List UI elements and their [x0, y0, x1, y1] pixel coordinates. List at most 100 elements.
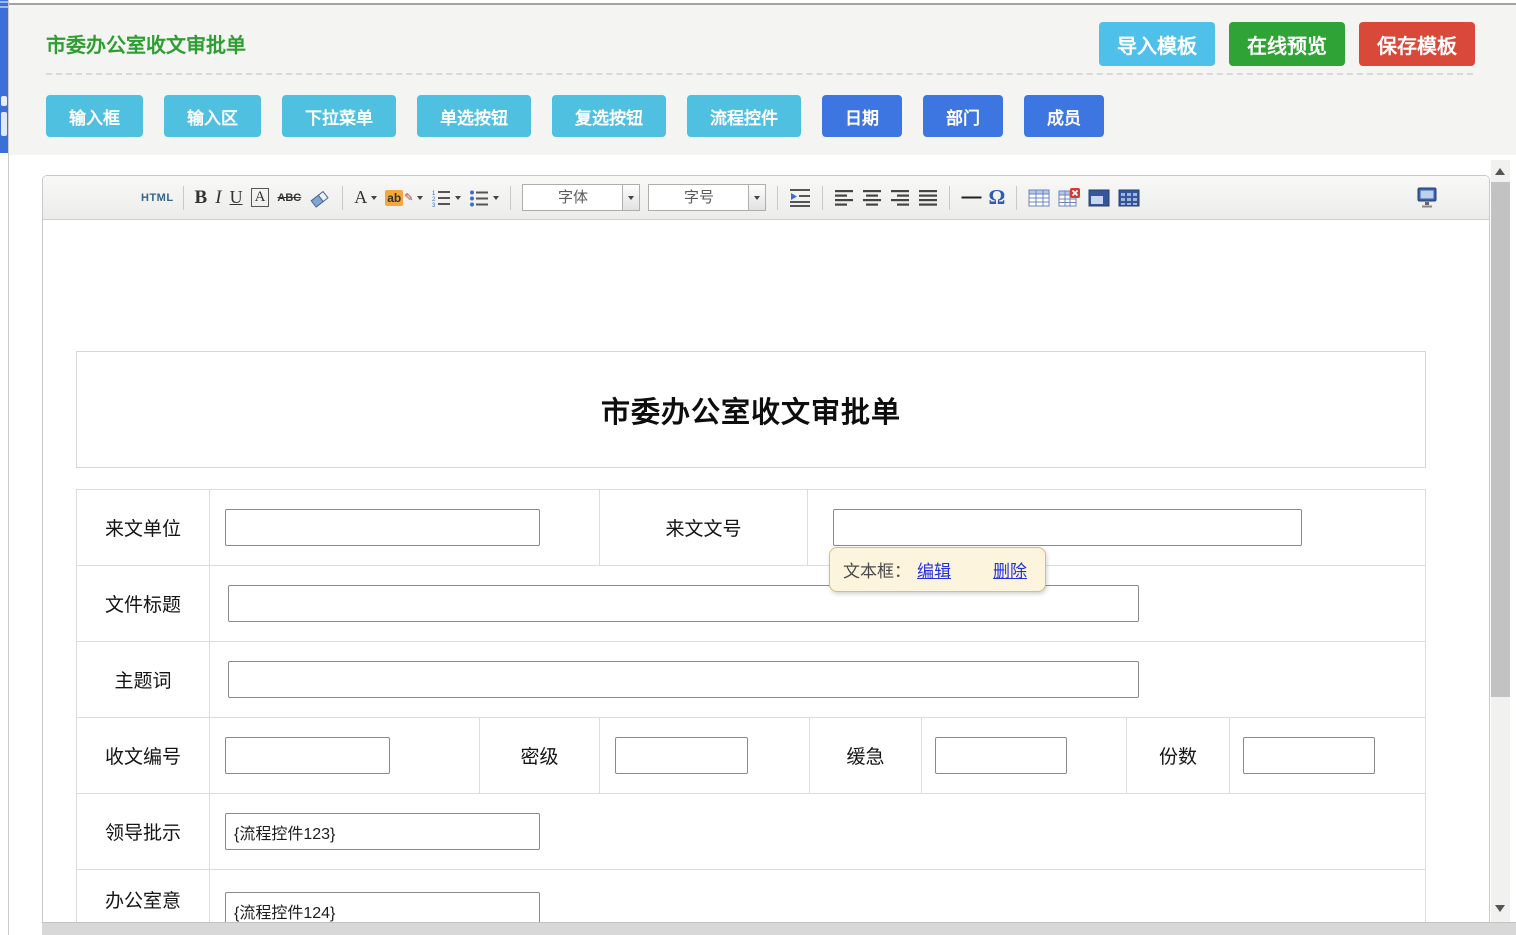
header-action-buttons: 导入模板 在线预览 保存模板: [1099, 22, 1475, 66]
form-table: 来文单位 来文文号 文件标题 主题词: [76, 489, 1426, 935]
highlight-color-button[interactable]: ab✎: [385, 184, 423, 212]
cell-document-title: [209, 566, 1425, 641]
toolbar-separator: [342, 186, 343, 210]
toolbar-separator: [822, 186, 823, 210]
fullscreen-icon[interactable]: [1415, 184, 1439, 212]
font-family-select[interactable]: 字体: [522, 184, 640, 211]
rich-text-editor-panel: HTML B I U A ABC A ab✎ 1 2 3: [42, 175, 1490, 935]
toolbar-separator: [777, 186, 778, 210]
html-source-button[interactable]: HTML: [141, 184, 174, 212]
cell-incoming-unit: [209, 490, 599, 565]
widget-textarea-button[interactable]: 输入区: [164, 95, 261, 137]
align-center-icon[interactable]: [862, 184, 882, 212]
label-receipt-number: 收文编号: [77, 718, 209, 793]
table-row: 主题词: [77, 641, 1425, 717]
subject-words-input[interactable]: [228, 661, 1139, 698]
vertical-scrollbar[interactable]: [1491, 160, 1510, 922]
scrollbar-up-arrow-icon[interactable]: [1495, 168, 1505, 175]
justify-icon[interactable]: [918, 184, 938, 212]
font-frame-button[interactable]: A: [251, 184, 270, 212]
cell-urgency: [921, 718, 1126, 793]
widget-date-button[interactable]: 日期: [822, 95, 902, 137]
document-number-input[interactable]: [833, 509, 1302, 546]
table-props-icon[interactable]: [1118, 184, 1140, 212]
italic-button[interactable]: I: [215, 184, 221, 212]
insert-table-icon[interactable]: [1028, 184, 1050, 212]
label-secrecy-level: 密级: [479, 718, 599, 793]
chevron-down-icon[interactable]: [748, 185, 765, 210]
chevron-down-icon[interactable]: [622, 185, 639, 210]
toolbar-separator: [183, 186, 184, 210]
urgency-input[interactable]: [935, 737, 1067, 774]
sidebar-strip-mark: [0, 1, 8, 3]
label-subject-words: 主题词: [77, 642, 209, 717]
chevron-down-icon: [371, 196, 377, 200]
widget-dropdown-button[interactable]: 下拉菜单: [282, 95, 396, 137]
sidebar-strip-mark: [0, 6, 8, 8]
scrollbar-thumb[interactable]: [1491, 182, 1510, 697]
font-color-button[interactable]: A: [354, 184, 377, 212]
svg-text:3: 3: [432, 203, 436, 208]
form-title: 市委办公室收文审批单: [601, 389, 901, 431]
delete-table-icon[interactable]: [1058, 184, 1080, 212]
chevron-down-icon: [493, 196, 499, 200]
indent-icon[interactable]: [789, 184, 811, 212]
align-right-icon[interactable]: [890, 184, 910, 212]
dashed-divider: [46, 73, 1473, 75]
widget-member-button[interactable]: 成员: [1024, 95, 1104, 137]
widget-flow-control-button[interactable]: 流程控件: [687, 95, 801, 137]
save-template-button[interactable]: 保存模板: [1359, 22, 1475, 66]
left-sidebar-strip: [0, 0, 8, 153]
horizontal-rule-button[interactable]: —: [961, 184, 980, 212]
table-row: 收文编号 密级 缓急 份数: [77, 717, 1425, 793]
toolbar-separator: [949, 186, 950, 210]
editor-toolbar: HTML B I U A ABC A ab✎ 1 2 3: [43, 176, 1489, 220]
scrollbar-down-arrow-icon[interactable]: [1495, 905, 1505, 912]
label-copies: 份数: [1126, 718, 1229, 793]
table-row: 文件标题: [77, 565, 1425, 641]
incoming-unit-input[interactable]: [225, 509, 540, 546]
widget-radio-button[interactable]: 单选按钮: [417, 95, 531, 137]
unordered-list-button[interactable]: [469, 184, 499, 212]
label-document-number: 来文文号: [599, 490, 807, 565]
tooltip-delete-link[interactable]: 删除: [993, 557, 1027, 582]
eraser-icon[interactable]: [309, 184, 331, 212]
tooltip-label: 文本框：: [843, 557, 911, 582]
ordered-list-button[interactable]: 1 2 3: [431, 184, 461, 212]
strikethrough-button[interactable]: ABC: [277, 184, 301, 212]
widget-department-button[interactable]: 部门: [923, 95, 1003, 137]
toolbar-separator: [1016, 186, 1017, 210]
cell-leader-instructions: [209, 794, 1425, 869]
widget-tooltip: 文本框： 编辑 删除: [829, 547, 1046, 592]
cell-receipt-number: [209, 718, 479, 793]
label-urgency: 缓急: [809, 718, 921, 793]
label-incoming-unit: 来文单位: [77, 490, 209, 565]
import-template-button[interactable]: 导入模板: [1099, 22, 1215, 66]
editor-content-area[interactable]: 市委办公室收文审批单 来文单位 来文文号 文件标题 主题词: [43, 220, 1489, 935]
copies-input[interactable]: [1243, 737, 1375, 774]
leader-instructions-input[interactable]: [225, 813, 540, 850]
cell-subject-words: [209, 642, 1425, 717]
tooltip-edit-link[interactable]: 编辑: [917, 557, 951, 582]
page-title: 市委办公室收文审批单: [46, 29, 246, 58]
label-leader-instructions: 领导批示: [77, 794, 209, 869]
table-cell-props-icon[interactable]: [1088, 184, 1110, 212]
secrecy-level-input[interactable]: [615, 737, 748, 774]
online-preview-button[interactable]: 在线预览: [1229, 22, 1345, 66]
widget-input-box-button[interactable]: 输入框: [46, 95, 143, 137]
label-document-title: 文件标题: [77, 566, 209, 641]
sidebar-strip-mark: [1, 96, 7, 106]
widget-checkbox-button[interactable]: 复选按钮: [552, 95, 666, 137]
toolbar-separator: [510, 186, 511, 210]
bottom-scroll-strip: [42, 922, 1516, 935]
table-row: 来文单位 来文文号: [77, 490, 1425, 565]
underline-button[interactable]: U: [230, 184, 243, 212]
bold-button[interactable]: B: [195, 184, 208, 212]
font-size-select[interactable]: 字号: [648, 184, 766, 211]
align-left-icon[interactable]: [834, 184, 854, 212]
sidebar-strip-mark: [1, 112, 7, 136]
page-header: 市委办公室收文审批单 导入模板 在线预览 保存模板 输入框 输入区 下拉菜单 单…: [9, 5, 1516, 155]
receipt-number-input[interactable]: [225, 737, 390, 774]
special-char-button[interactable]: Ω: [988, 184, 1005, 212]
table-row: 领导批示: [77, 793, 1425, 869]
